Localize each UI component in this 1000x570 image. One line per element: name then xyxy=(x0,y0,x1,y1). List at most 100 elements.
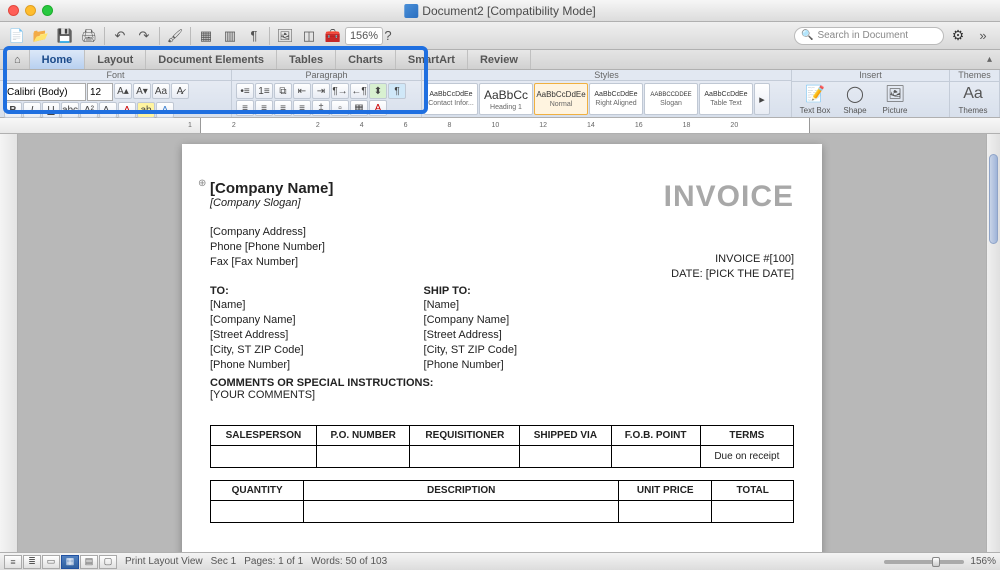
new-doc-button[interactable]: 📄 xyxy=(6,25,28,47)
align-center-button[interactable]: ≡ xyxy=(255,100,273,116)
multilevel-button[interactable]: ⧉ xyxy=(274,83,292,99)
tab-layout[interactable]: Layout xyxy=(85,50,146,69)
bold-button[interactable]: B xyxy=(4,102,22,118)
justify-button[interactable]: ≡ xyxy=(293,100,311,116)
toggle-marks-button[interactable]: ¶ xyxy=(243,25,265,47)
search-input[interactable]: 🔍 Search in Document xyxy=(794,27,944,45)
style-slogan[interactable]: AABBCCDDEESlogan xyxy=(644,83,698,115)
style-heading1[interactable]: AaBbCcHeading 1 xyxy=(479,83,533,115)
publishing-view-button[interactable]: ▭ xyxy=(42,555,60,569)
change-case-button[interactable]: Aa xyxy=(152,83,170,99)
font-name-select[interactable] xyxy=(4,83,86,101)
zoom-slider[interactable] xyxy=(884,560,964,564)
subscript-button[interactable]: A₂ xyxy=(99,102,117,118)
ruler-horizontal[interactable]: 1 2 2 4 6 8 10 12 14 16 18 20 xyxy=(0,118,1000,134)
strike-button[interactable]: abc xyxy=(61,102,79,118)
line-spacing-button[interactable]: ‡ xyxy=(312,100,330,116)
highlight-button[interactable]: ab xyxy=(137,102,155,118)
collapse-ribbon-button[interactable]: ▴ xyxy=(979,50,1000,69)
tab-home[interactable]: Home xyxy=(30,50,86,69)
sort-button[interactable]: ⬍ xyxy=(369,83,387,99)
table-button[interactable]: ▦ xyxy=(195,25,217,47)
pages-info[interactable]: Pages: 1 of 1 xyxy=(244,556,303,567)
toolbar-separator xyxy=(269,27,270,45)
grow-font-button[interactable]: A▴ xyxy=(114,83,132,99)
ltr-button[interactable]: ¶→ xyxy=(331,83,349,99)
text-effect-button[interactable]: A xyxy=(156,102,174,118)
align-left-button[interactable]: ≡ xyxy=(236,100,254,116)
outline-view-button[interactable]: ≣ xyxy=(23,555,41,569)
bullets-button[interactable]: •≡ xyxy=(236,83,254,99)
document-scroll[interactable]: ⊕ INVOICE [Company Name] [Company Slogan… xyxy=(18,134,986,552)
page[interactable]: ⊕ INVOICE [Company Name] [Company Slogan… xyxy=(182,144,822,552)
numbering-button[interactable]: 1≡ xyxy=(255,83,273,99)
table-row[interactable] xyxy=(211,500,794,522)
tab-smartart[interactable]: SmartArt xyxy=(396,50,468,69)
settings-gear-icon[interactable]: ⚙ xyxy=(948,26,968,46)
redo-button[interactable]: ↷ xyxy=(133,25,155,47)
zoom-window-button[interactable] xyxy=(42,5,53,16)
invoice-meta[interactable]: INVOICE #[100] DATE: [PICK THE DATE] xyxy=(671,252,794,282)
show-marks-button[interactable]: ¶ xyxy=(388,83,406,99)
toolbox-button[interactable]: 🧰 xyxy=(322,25,344,47)
tab-charts[interactable]: Charts xyxy=(336,50,396,69)
gallery-button[interactable]: 🖼 xyxy=(274,25,296,47)
superscript-button[interactable]: A² xyxy=(80,102,98,118)
table-row[interactable]: Due on receipt xyxy=(211,445,794,467)
zoom-knob[interactable] xyxy=(932,557,940,567)
shrink-font-button[interactable]: A▾ xyxy=(133,83,151,99)
zoom-dropdown[interactable]: 156% xyxy=(353,25,375,47)
format-painter-button[interactable]: 🖌 xyxy=(164,25,186,47)
columns-button[interactable]: ▥ xyxy=(219,25,241,47)
print-button[interactable]: 🖨 xyxy=(78,25,100,47)
para-color-button[interactable]: A xyxy=(369,100,387,116)
notebook-view-button[interactable]: ▤ xyxy=(80,555,98,569)
rtl-button[interactable]: ←¶ xyxy=(350,83,368,99)
ruler-vertical[interactable] xyxy=(0,134,18,552)
italic-button[interactable]: I xyxy=(23,102,41,118)
tab-tables[interactable]: Tables xyxy=(277,50,336,69)
group-styles-label: Styles xyxy=(422,70,791,81)
close-window-button[interactable] xyxy=(8,5,19,16)
styles-pane-button[interactable]: ▸ xyxy=(754,83,770,115)
undo-button[interactable]: ↶ xyxy=(109,25,131,47)
scroll-thumb[interactable] xyxy=(989,154,998,244)
style-normal[interactable]: AaBbCcDdEeNormal xyxy=(534,83,588,115)
tab-document-elements[interactable]: Document Elements xyxy=(146,50,277,69)
print-layout-view-button[interactable]: ▦ xyxy=(61,555,79,569)
inc-indent-button[interactable]: ⇥ xyxy=(312,83,330,99)
clear-format-button[interactable]: A̷ xyxy=(171,83,189,99)
draft-view-button[interactable]: ≡ xyxy=(4,555,22,569)
style-contact-info[interactable]: AaBbCcDdEeContact Infor... xyxy=(424,83,478,115)
ship-to-block[interactable]: SHIP TO: [Name] [Company Name] [Street A… xyxy=(424,284,518,373)
help-button[interactable]: ? xyxy=(377,25,399,47)
to-block[interactable]: TO: [Name] [Company Name] [Street Addres… xyxy=(210,284,304,373)
borders-button[interactable]: ▦ xyxy=(350,100,368,116)
font-size-select[interactable] xyxy=(87,83,113,101)
insert-shape-button[interactable]: ◯Shape xyxy=(836,84,874,115)
themes-button[interactable]: AaThemes xyxy=(954,84,992,115)
expand-button[interactable]: » xyxy=(972,25,994,47)
focus-view-button[interactable]: ▢ xyxy=(99,555,117,569)
dec-indent-button[interactable]: ⇤ xyxy=(293,83,311,99)
invoice-header-table[interactable]: SALESPERSON P.O. NUMBER REQUISITIONER SH… xyxy=(210,425,794,468)
words-info[interactable]: Words: 50 of 103 xyxy=(311,556,387,567)
comments-value[interactable]: [YOUR COMMENTS] xyxy=(210,389,794,401)
font-color-button[interactable]: A xyxy=(118,102,136,118)
insert-textbox-button[interactable]: 📝Text Box xyxy=(796,84,834,115)
sidebar-button[interactable]: ◫ xyxy=(298,25,320,47)
save-button[interactable]: 💾 xyxy=(54,25,76,47)
style-table-text[interactable]: AaBbCcDdEeTable Text xyxy=(699,83,753,115)
home-icon-tab[interactable]: ⌂ xyxy=(6,50,30,69)
insert-picture-button[interactable]: 🖼Picture xyxy=(876,84,914,115)
shading-button[interactable]: ▫ xyxy=(331,100,349,116)
vertical-scrollbar[interactable] xyxy=(986,134,1000,552)
status-zoom[interactable]: 156% xyxy=(970,556,996,567)
underline-button[interactable]: U xyxy=(42,102,60,118)
align-right-button[interactable]: ≡ xyxy=(274,100,292,116)
minimize-window-button[interactable] xyxy=(25,5,36,16)
tab-review[interactable]: Review xyxy=(468,50,531,69)
invoice-items-table[interactable]: QUANTITY DESCRIPTION UNIT PRICE TOTAL xyxy=(210,480,794,523)
open-button[interactable]: 📂 xyxy=(30,25,52,47)
style-right-aligned[interactable]: AaBbCcDdEeRight Aligned xyxy=(589,83,643,115)
